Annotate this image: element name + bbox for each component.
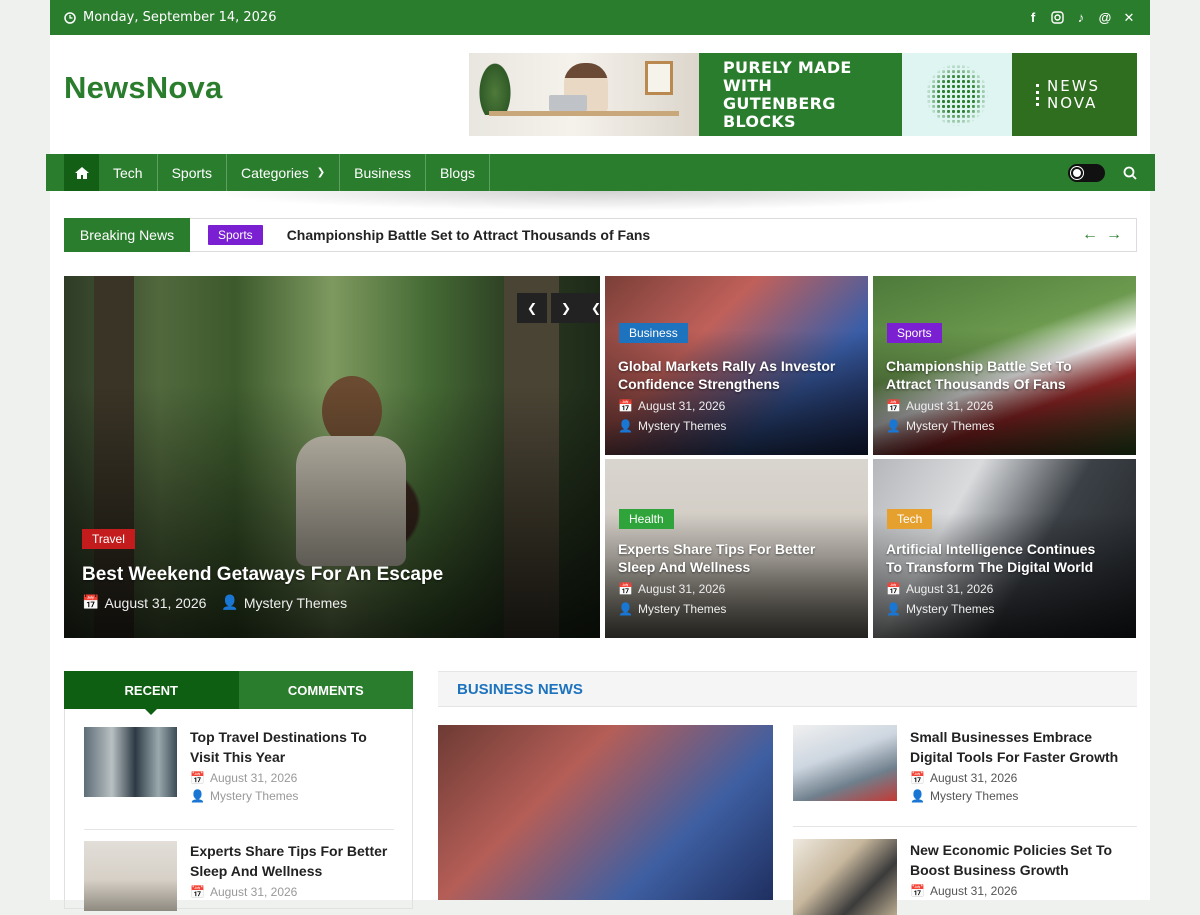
nav-item-business[interactable]: Business <box>340 154 426 191</box>
tab-comments[interactable]: COMMENTS <box>238 671 413 709</box>
main-nav: Tech Sports Categories ❯ Business Blogs <box>46 154 1155 191</box>
top-bar: Monday, September 14, 2026 f ♪ @ ✕ <box>50 0 1150 35</box>
dark-mode-toggle[interactable] <box>1068 163 1105 182</box>
instagram-icon[interactable] <box>1050 11 1064 25</box>
sun-icon <box>1071 166 1083 179</box>
user-icon: 👤 <box>190 789 205 803</box>
breaking-news-label: Breaking News <box>64 217 190 252</box>
divider <box>793 826 1137 827</box>
banner-dots-graphic <box>902 53 1012 136</box>
hero-main-card[interactable]: ❮ Travel Best Weekend Getaways For An Es… <box>64 276 600 638</box>
calendar-icon: 📅 <box>910 771 925 785</box>
slider-prev-button-overlay[interactable]: ❮ <box>517 293 547 323</box>
category-badge-travel[interactable]: Travel <box>82 529 135 549</box>
sidebar-tabs: RECENT COMMENTS <box>64 671 413 715</box>
home-button[interactable] <box>64 154 99 191</box>
date-text: Monday, September 14, 2026 <box>83 10 277 25</box>
breaking-headline[interactable]: Championship Battle Set to Attract Thous… <box>287 227 651 243</box>
home-icon <box>74 166 89 179</box>
arrow-right-icon[interactable]: → <box>1106 226 1122 244</box>
nav-item-sports[interactable]: Sports <box>158 154 228 191</box>
business-featured-image[interactable] <box>438 725 773 900</box>
site-logo[interactable]: NewsNova <box>64 70 222 106</box>
divider <box>84 829 394 830</box>
tiktok-icon[interactable]: ♪ <box>1074 10 1088 25</box>
hero-card-title[interactable]: Experts Share Tips For Better Sleep And W… <box>618 540 815 576</box>
tab-recent[interactable]: RECENT <box>64 671 239 715</box>
post-title[interactable]: Small Businesses Embrace Digital Tools F… <box>910 727 1132 767</box>
calendar-icon: 📅 <box>190 771 205 785</box>
list-item[interactable]: Experts Share Tips For Better Sleep And … <box>84 841 390 911</box>
post-title[interactable]: Top Travel Destinations To Visit This Ye… <box>190 727 390 767</box>
user-icon: 👤 <box>910 789 925 803</box>
user-icon: 👤 <box>886 602 901 616</box>
hero-card-health[interactable]: Health Experts Share Tips For Better Slee… <box>605 459 868 638</box>
calendar-icon: 📅 <box>82 594 100 610</box>
post-thumbnail[interactable] <box>84 727 177 797</box>
calendar-icon: 📅 <box>886 399 901 413</box>
clock-icon <box>64 11 76 24</box>
list-item[interactable]: New Economic Policies Set To Boost Busin… <box>793 839 1132 915</box>
social-links: f ♪ @ ✕ <box>1026 10 1136 26</box>
post-thumbnail[interactable] <box>793 839 897 915</box>
breaking-category-badge[interactable]: Sports <box>208 225 263 245</box>
hero-card-business[interactable]: Business Global Markets Rally As Investo… <box>605 276 868 455</box>
threads-icon[interactable]: @ <box>1098 10 1112 25</box>
hero-card-title[interactable]: Championship Battle Set To Attract Thousa… <box>886 357 1072 393</box>
category-badge-business[interactable]: Business <box>619 323 688 343</box>
user-icon: 👤 <box>618 602 633 616</box>
user-icon: 👤 <box>886 419 901 433</box>
x-icon[interactable]: ✕ <box>1122 10 1136 25</box>
slider-next-button[interactable]: ❯ <box>551 293 581 323</box>
banner-headline: PURELY MADE WITH GUTENBERG BLOCKS <box>699 53 902 136</box>
post-thumbnail[interactable] <box>793 725 897 801</box>
nav-shadow <box>200 191 1000 211</box>
calendar-icon: 📅 <box>910 884 925 898</box>
hero-card-sports[interactable]: Sports Championship Battle Set To Attract… <box>873 276 1136 455</box>
facebook-icon[interactable]: f <box>1026 10 1040 25</box>
user-icon: 👤 <box>221 594 239 610</box>
calendar-icon: 📅 <box>886 582 901 596</box>
nav-item-blogs[interactable]: Blogs <box>426 154 490 191</box>
category-badge-health[interactable]: Health <box>619 509 674 529</box>
date-display: Monday, September 14, 2026 <box>64 10 276 25</box>
hero-card-title[interactable]: Artificial Intelligence Continues To Tran… <box>886 540 1095 576</box>
hero-card-title[interactable]: Global Markets Rally As Investor Confiden… <box>618 357 835 393</box>
recent-posts-panel: Top Travel Destinations To Visit This Ye… <box>64 709 413 911</box>
banner-brand: NEWS NOVA <box>1012 53 1137 136</box>
banner-photo <box>469 53 699 136</box>
chevron-down-icon: ❯ <box>316 167 326 178</box>
calendar-icon: 📅 <box>618 582 633 596</box>
breaking-news-ticker: Breaking News Sports Championship Battle… <box>64 217 1137 252</box>
header-banner-ad[interactable]: PURELY MADE WITH GUTENBERG BLOCKS NEWS NO… <box>469 53 1137 136</box>
search-icon[interactable] <box>1123 166 1137 180</box>
list-item[interactable]: Small Businesses Embrace Digital Tools F… <box>793 725 1132 803</box>
hero-card-tech[interactable]: Tech Artificial Intelligence Continues To… <box>873 459 1136 638</box>
business-news-heading: BUSINESS NEWS <box>438 671 1137 707</box>
arrow-left-icon[interactable]: ← <box>1082 226 1098 244</box>
category-badge-tech[interactable]: Tech <box>887 509 933 529</box>
category-badge-sports[interactable]: Sports <box>887 323 942 343</box>
calendar-icon: 📅 <box>190 885 205 899</box>
user-icon: 👤 <box>618 419 633 433</box>
nav-item-categories[interactable]: Categories ❯ <box>227 154 341 191</box>
post-title[interactable]: Experts Share Tips For Better Sleep And … <box>190 841 390 881</box>
post-thumbnail[interactable] <box>84 841 177 911</box>
calendar-icon: 📅 <box>618 399 633 413</box>
hero-main-title[interactable]: Best Weekend Getaways For An Escape <box>82 564 562 586</box>
slider-prev-button[interactable]: ❮ <box>581 293 600 323</box>
list-item[interactable]: Top Travel Destinations To Visit This Ye… <box>84 727 390 803</box>
post-title[interactable]: New Economic Policies Set To Boost Busin… <box>910 840 1132 880</box>
nav-item-tech[interactable]: Tech <box>99 154 158 191</box>
